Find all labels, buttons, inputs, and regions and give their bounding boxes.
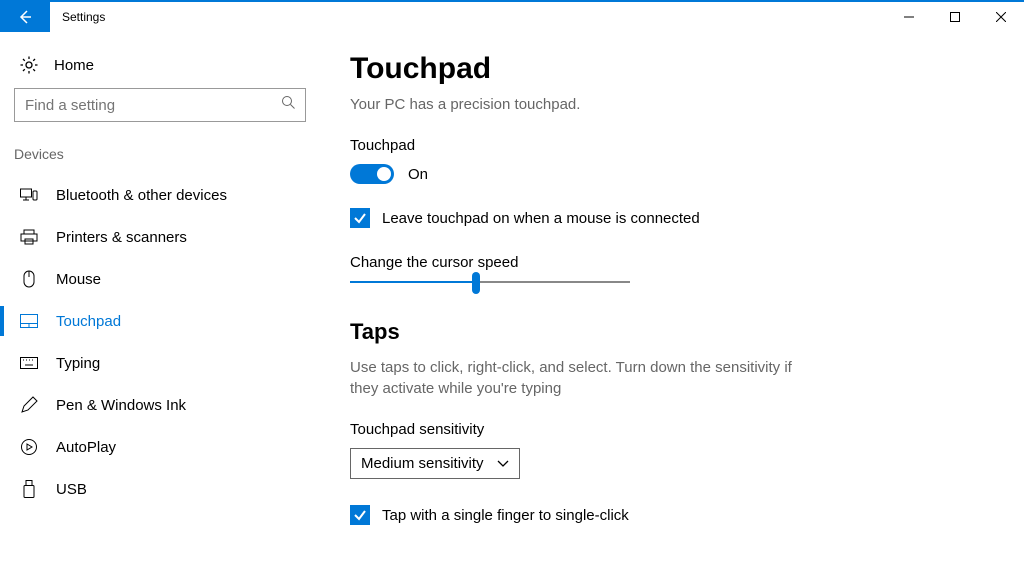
- sidebar-item-label: Touchpad: [56, 313, 121, 330]
- sidebar: Home Devices Bluetooth & other devices P…: [0, 32, 320, 580]
- sidebar-item-label: Mouse: [56, 271, 101, 288]
- minimize-icon: [904, 12, 914, 22]
- arrow-left-icon: [17, 9, 33, 25]
- autoplay-icon: [20, 438, 38, 456]
- leave-on-checkbox[interactable]: [350, 208, 370, 228]
- sidebar-item-usb[interactable]: USB: [0, 468, 320, 510]
- main-content: Touchpad Your PC has a precision touchpa…: [320, 32, 1024, 580]
- slider-thumb[interactable]: [472, 272, 480, 294]
- close-button[interactable]: [978, 2, 1024, 32]
- touchpad-toggle[interactable]: [350, 164, 394, 184]
- toggle-section-label: Touchpad: [350, 137, 994, 154]
- leave-on-label: Leave touchpad on when a mouse is connec…: [382, 210, 700, 227]
- minimize-button[interactable]: [886, 2, 932, 32]
- keyboard-icon: [20, 354, 38, 372]
- title-bar: Settings: [0, 0, 1024, 32]
- check-icon: [353, 508, 367, 522]
- usb-icon: [20, 480, 38, 498]
- back-button[interactable]: [0, 2, 50, 32]
- sidebar-item-bluetooth[interactable]: Bluetooth & other devices: [0, 174, 320, 216]
- single-tap-label: Tap with a single finger to single-click: [382, 507, 629, 524]
- sidebar-item-printers[interactable]: Printers & scanners: [0, 216, 320, 258]
- taps-heading: Taps: [350, 319, 994, 345]
- cursor-speed-slider[interactable]: [350, 281, 630, 283]
- sidebar-home-label: Home: [54, 57, 94, 74]
- devices-icon: [20, 186, 38, 204]
- sensitivity-value: Medium sensitivity: [361, 455, 484, 472]
- sidebar-item-touchpad[interactable]: Touchpad: [0, 300, 320, 342]
- sidebar-item-mouse[interactable]: Mouse: [0, 258, 320, 300]
- window-title: Settings: [50, 2, 117, 32]
- slider-fill: [350, 281, 476, 283]
- sidebar-home[interactable]: Home: [0, 46, 320, 88]
- pen-icon: [20, 396, 38, 414]
- sensitivity-label: Touchpad sensitivity: [350, 421, 994, 438]
- sidebar-item-label: Printers & scanners: [56, 229, 187, 246]
- page-subtitle: Your PC has a precision touchpad.: [350, 96, 994, 113]
- search-icon: [281, 95, 296, 115]
- touchpad-icon: [20, 312, 38, 330]
- page-title: Touchpad: [350, 52, 994, 86]
- sidebar-item-label: AutoPlay: [56, 439, 116, 456]
- toggle-state-label: On: [408, 166, 428, 183]
- close-icon: [996, 12, 1006, 22]
- maximize-button[interactable]: [932, 2, 978, 32]
- sidebar-item-pen[interactable]: Pen & Windows Ink: [0, 384, 320, 426]
- mouse-icon: [20, 270, 38, 288]
- check-icon: [353, 211, 367, 225]
- printer-icon: [20, 228, 38, 246]
- sensitivity-select[interactable]: Medium sensitivity: [350, 448, 520, 479]
- chevron-down-icon: [497, 460, 509, 468]
- taps-description: Use taps to click, right-click, and sele…: [350, 357, 810, 399]
- sidebar-item-label: USB: [56, 481, 87, 498]
- gear-icon: [20, 56, 38, 74]
- sidebar-item-label: Bluetooth & other devices: [56, 187, 227, 204]
- sidebar-item-label: Typing: [56, 355, 100, 372]
- sidebar-item-label: Pen & Windows Ink: [56, 397, 186, 414]
- single-tap-checkbox[interactable]: [350, 505, 370, 525]
- search-input[interactable]: [14, 88, 306, 122]
- sidebar-group-label: Devices: [0, 146, 320, 174]
- maximize-icon: [950, 12, 960, 22]
- sidebar-item-autoplay[interactable]: AutoPlay: [0, 426, 320, 468]
- sidebar-item-typing[interactable]: Typing: [0, 342, 320, 384]
- cursor-speed-label: Change the cursor speed: [350, 254, 994, 271]
